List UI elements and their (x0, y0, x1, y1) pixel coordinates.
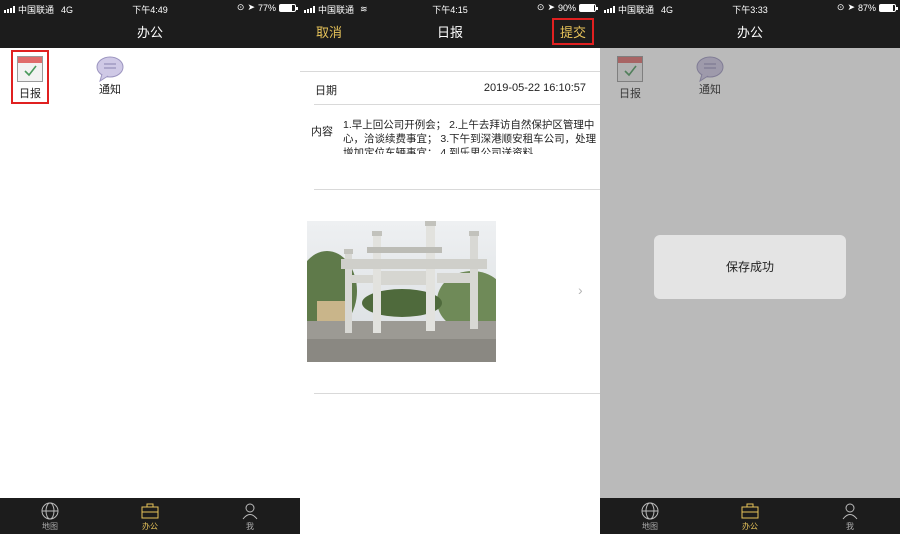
page-title: 办公 (736, 25, 763, 40)
briefcase-icon (141, 503, 159, 519)
location-icon: ➤ (247, 2, 255, 12)
tab-label: 办公 (742, 522, 758, 531)
battery-icon (879, 3, 898, 12)
lock-rotation-icon: ⊙ (836, 2, 845, 12)
briefcase-icon (741, 503, 759, 519)
battery-percent: 87% (857, 2, 876, 13)
notice-icon (96, 56, 124, 83)
app-notice[interactable]: 通知 (94, 56, 126, 97)
content-label: 内容 (311, 126, 333, 138)
tab-me[interactable]: 我 (200, 498, 300, 534)
status-bar: 中国联通 4G 下午3:33 ⊙ ➤ 87% (600, 0, 900, 16)
lock-rotation-icon: ⊙ (536, 2, 545, 12)
tab-office[interactable]: 办公 (100, 498, 200, 534)
stone-archway-photo[interactable] (307, 221, 496, 362)
save-success-toast: 保存成功 (654, 235, 846, 299)
page-title: 办公 (136, 25, 163, 40)
person-icon (842, 503, 858, 520)
lock-rotation-icon: ⊙ (236, 2, 245, 12)
divider (300, 71, 600, 72)
top-bar: 中国联通 4G 下午4:49 ⊙ ➤ 77% 办公 (0, 0, 300, 48)
chevron-right-icon[interactable]: › (578, 282, 583, 298)
divider (314, 393, 600, 394)
divider (314, 189, 600, 190)
app-daily-report[interactable]: 日报 (12, 56, 48, 101)
date-value[interactable]: 2019-05-22 16:10:57 (484, 82, 586, 94)
submit-button[interactable]: 提交 (551, 18, 594, 45)
daily-report-icon (17, 56, 43, 82)
status-bar: 中国联通 4G 下午4:49 ⊙ ➤ 77% (0, 0, 300, 16)
app-label: 日报 (19, 88, 41, 100)
person-icon (242, 503, 258, 520)
battery-icon (579, 3, 598, 12)
bottom-tab-bar: 地图 办公 我 (600, 498, 900, 534)
date-label: 日期 (315, 85, 337, 97)
top-bar: 中国联通 ≋ 下午4:15 ⊙ ➤ 90% 取消 日报 提交 (300, 0, 600, 48)
battery-percent: 90% (557, 2, 576, 13)
tab-map[interactable]: 地图 (0, 498, 100, 534)
location-icon: ➤ (547, 2, 555, 12)
globe-icon (641, 502, 659, 520)
app-label: 通知 (99, 84, 121, 96)
globe-icon (41, 502, 59, 520)
screen-daily-report-form: 中国联通 ≋ 下午4:15 ⊙ ➤ 90% 取消 日报 提交 日期 2019-0… (300, 0, 600, 534)
tab-me[interactable]: 我 (800, 498, 900, 534)
tab-label: 地图 (42, 522, 58, 531)
battery-icon (279, 3, 298, 12)
top-bar: 中国联通 4G 下午3:33 ⊙ ➤ 87% 办公 (600, 0, 900, 48)
screen-office-saved: 中国联通 4G 下午3:33 ⊙ ➤ 87% 办公 日报 通知 保存成功 地图 … (600, 0, 900, 534)
tab-label: 地图 (642, 522, 658, 531)
tab-map[interactable]: 地图 (600, 498, 700, 534)
battery-percent: 77% (257, 2, 276, 13)
location-icon: ➤ (847, 2, 855, 12)
tab-label: 我 (246, 522, 254, 531)
divider (314, 104, 600, 105)
bottom-tab-bar: 地图 办公 我 (0, 498, 300, 534)
tab-label: 办公 (142, 522, 158, 531)
tab-label: 我 (846, 522, 854, 531)
status-bar: 中国联通 ≋ 下午4:15 ⊙ ➤ 90% (300, 0, 600, 16)
screen-office-home: 中国联通 4G 下午4:49 ⊙ ➤ 77% 办公 日报 通知 地图 办公 我 (0, 0, 300, 534)
tab-office[interactable]: 办公 (700, 498, 800, 534)
content-textarea[interactable]: 1.早上回公司开例会； 2.上午去拜访自然保护区管理中心，洽谈续费事宜； 3.下… (343, 118, 600, 154)
